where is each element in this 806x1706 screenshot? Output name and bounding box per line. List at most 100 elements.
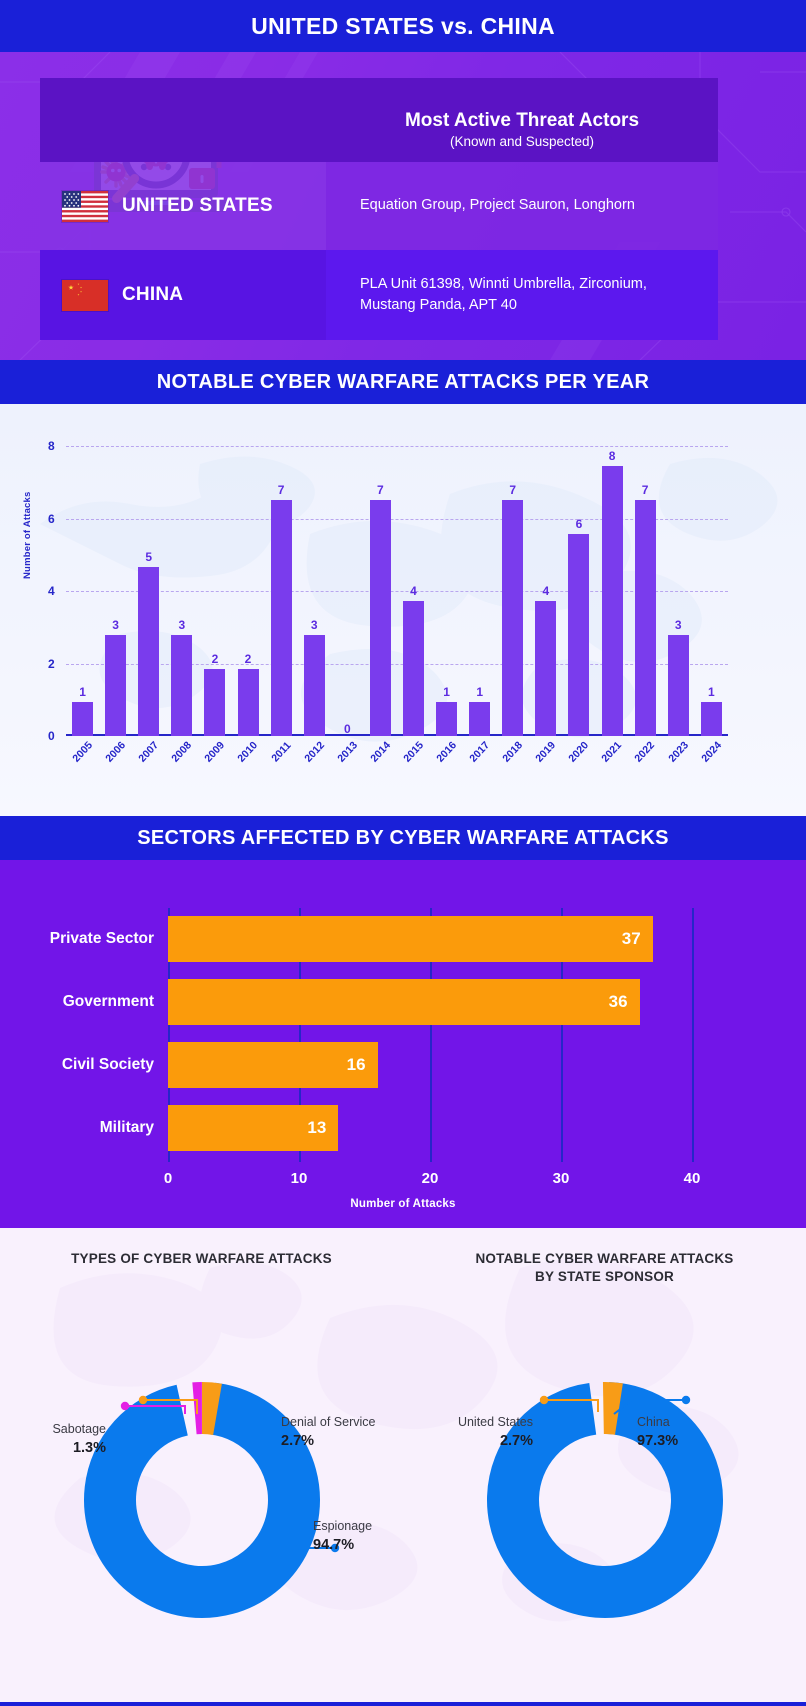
- bar-column: 2: [231, 446, 264, 736]
- x-tick-label: 40: [683, 1170, 701, 1187]
- actors-list: Equation Group, Project Sauron, Longhorn: [360, 197, 635, 214]
- bar-column: 3: [165, 446, 198, 736]
- callout-value: 2.7%: [281, 1432, 315, 1449]
- bar-value-label: 1: [476, 685, 484, 700]
- donut-title-line2: BY STATE SPONSOR: [535, 1269, 674, 1285]
- threat-actors-subtitle: (Known and Suspected): [449, 133, 595, 149]
- bar-column: 3: [662, 446, 695, 736]
- callout-dot-us: [539, 1395, 548, 1405]
- x-tick: 2024: [695, 739, 728, 764]
- bar-column: 7: [629, 446, 662, 736]
- x-tick: 2018: [496, 739, 529, 764]
- callout-sabotage: Sabotage 1.3%: [10, 1421, 106, 1458]
- x-tick: 2015: [397, 739, 430, 764]
- callout-value: 2.7%: [499, 1432, 533, 1449]
- sectors-banner: SECTORS AFFECTED BY CYBER WARFARE ATTACK…: [0, 816, 806, 860]
- x-tick: 2014: [364, 739, 397, 764]
- bar: [469, 702, 491, 736]
- donut-title: TYPES OF CYBER WARFARE ATTACKS: [71, 1251, 332, 1266]
- sectors-x-axis-label: Number of Attacks: [350, 1198, 456, 1210]
- bar-column: 1: [430, 446, 463, 736]
- bar: [436, 702, 458, 736]
- bar-value-label: 3: [178, 617, 186, 632]
- bar-value-label: 1: [443, 685, 450, 700]
- year-chart-title: NOTABLE CYBER WARFARE ATTACKS PER YEAR: [156, 370, 650, 393]
- bar-value-label: 7: [277, 482, 285, 497]
- callout-denial-of-service: Denial of Service 2.7%: [281, 1414, 411, 1451]
- cn-flag-icon: [62, 279, 108, 311]
- bar: [667, 634, 689, 736]
- sectors-title: SECTORS AFFECTED BY CYBER WARFARE ATTACK…: [137, 826, 669, 849]
- callout-dot-china: [681, 1395, 690, 1405]
- sector-label: Military: [99, 1119, 154, 1136]
- bar-column: 7: [364, 446, 397, 736]
- bar: [402, 601, 424, 736]
- x-tick: 2019: [529, 739, 562, 764]
- y-tick-label: 8: [48, 439, 55, 453]
- bar-value-label: 7: [377, 482, 384, 497]
- bar-column: 5: [132, 446, 165, 736]
- bar-value-label: 1: [79, 685, 86, 700]
- donut-sponsor-svg: [486, 1382, 723, 1618]
- callout-label: China: [637, 1415, 670, 1429]
- bar: [535, 601, 557, 736]
- sector-bar: 36: [168, 979, 640, 1025]
- bar-value-label: 3: [310, 617, 318, 632]
- x-tick: 2005: [66, 739, 99, 764]
- actors-list: PLA Unit 61398, Winnti Umbrella, Zirconi…: [360, 275, 647, 313]
- bar: [105, 634, 127, 736]
- actors-cell-cn: PLA Unit 61398, Winnti Umbrella, Zirconi…: [326, 250, 718, 340]
- callout-label: United States: [457, 1415, 533, 1429]
- bar-column: 2: [198, 446, 231, 736]
- bar: [204, 668, 226, 736]
- bar-value-label: 6: [575, 516, 583, 531]
- table-row: UNITED STATES Equation Group, Project Sa…: [40, 162, 718, 250]
- x-tick-label: 0: [163, 1170, 173, 1187]
- footer-bar: vpnMentor: [0, 1702, 806, 1706]
- bar-column: 6: [562, 446, 595, 736]
- year-chart-banner: NOTABLE CYBER WARFARE ATTACKS PER YEAR: [0, 360, 806, 404]
- bar: [601, 466, 623, 736]
- y-axis-label: Number of Attacks: [22, 491, 33, 579]
- us-flag-icon: [62, 190, 108, 222]
- donut-chart-state-sponsor: NOTABLE CYBER WARFARE ATTACKS BY STATE S…: [403, 1228, 806, 1702]
- x-tick: 2020: [562, 739, 595, 764]
- bar-column: 0: [331, 446, 364, 736]
- country-cell-cn: CHINA: [40, 250, 326, 340]
- callout-label: Sabotage: [52, 1422, 106, 1436]
- year-bar-chart-section: Number of Attacks 8 6 4 2 0 135322730741…: [0, 404, 806, 816]
- donut-title: NOTABLE CYBER WARFARE ATTACKS BY STATE S…: [403, 1250, 806, 1286]
- x-tick: 2006: [99, 739, 132, 764]
- sector-label: Private Sector: [49, 930, 154, 947]
- sectors-chart-section: Private Sector 37 Government 36 Civil Societ…: [0, 860, 806, 1228]
- callout-united-states: United States 2.7%: [411, 1414, 533, 1451]
- sector-row: Military 13: [28, 1105, 780, 1151]
- bar-value-label: 4: [410, 584, 417, 599]
- bar-value-label: 2: [244, 651, 252, 666]
- country-name: CHINA: [122, 284, 184, 305]
- sector-row: Government 36: [28, 979, 780, 1025]
- donut-chart-types: TYPES OF CYBER WARFARE ATTACKS Sabotage …: [0, 1228, 403, 1702]
- x-tick: 2017: [463, 739, 496, 764]
- donut-charts-section: TYPES OF CYBER WARFARE ATTACKS Sabotage …: [0, 1228, 806, 1702]
- x-tick: 2008: [165, 739, 198, 764]
- x-tick: 2013: [331, 739, 364, 764]
- y-tick-label: 6: [48, 511, 55, 526]
- bar: [72, 702, 94, 736]
- threat-actors-title: Most Active Threat Actors: [404, 110, 640, 132]
- threat-actors-section: Most Active Threat Actors (Known and Sus…: [0, 52, 806, 360]
- sector-bar: 37: [168, 916, 653, 962]
- bar: [502, 499, 524, 736]
- bar: [270, 499, 292, 736]
- callout-dot-sabotage: [120, 1401, 129, 1411]
- bar-column: 1: [695, 446, 728, 736]
- donut-types-svg: [83, 1382, 339, 1618]
- bar: [138, 567, 160, 736]
- sector-label: Government: [62, 993, 154, 1010]
- bar-value-label: 5: [145, 550, 153, 565]
- x-tick: 2011: [265, 740, 298, 765]
- sector-bar: 13: [168, 1105, 339, 1151]
- x-tick: 2023: [662, 739, 695, 764]
- bar: [369, 499, 391, 736]
- y-tick-label: 4: [48, 584, 55, 598]
